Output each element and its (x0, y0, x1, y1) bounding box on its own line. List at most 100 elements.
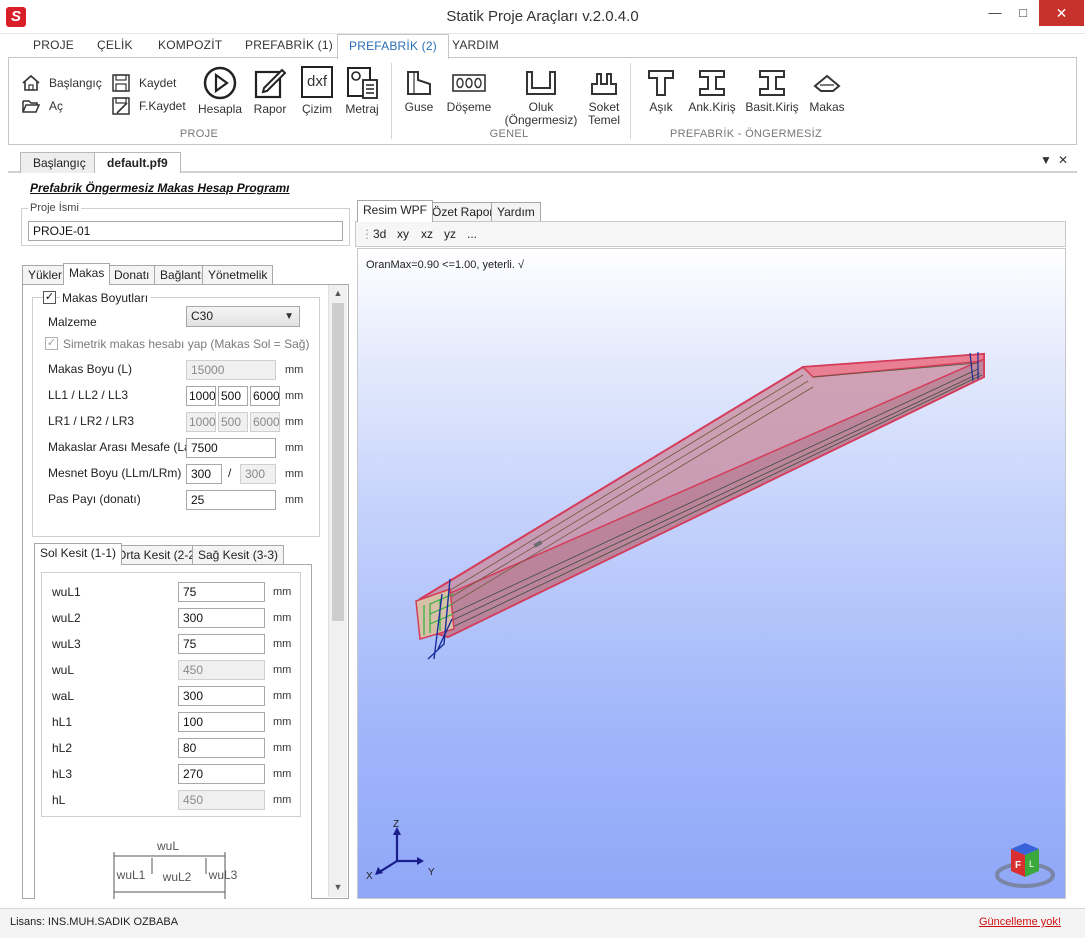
ac-button[interactable]: Aç (21, 96, 81, 116)
minimize-button[interactable]: — (982, 0, 1008, 26)
ll3-input[interactable]: 6000 (250, 386, 280, 406)
program-title: Prefabrik Öngermesiz Makas Hesap Program… (30, 181, 290, 195)
view-cube[interactable]: F L (994, 837, 1056, 889)
diagram-wuL1-label: wuL1 (116, 868, 146, 882)
kesit-input-wal[interactable]: 300 (178, 686, 265, 706)
unit-label: mm (273, 612, 292, 624)
lr2-input[interactable]: 500 (218, 412, 248, 432)
view-xz-button[interactable]: xz (421, 227, 433, 241)
kesit-input-wul2[interactable]: 300 (178, 608, 265, 628)
left-scrollbar[interactable]: ▲ ▼ (328, 285, 347, 897)
tab-yonetmelik[interactable]: Yönetmelik (202, 265, 274, 284)
lr1-input[interactable]: 1000 (186, 412, 216, 432)
ll1-input[interactable]: 1000 (186, 386, 216, 406)
kesit-label-wal: waL (52, 689, 75, 703)
tab-makas[interactable]: Makas (63, 263, 111, 285)
kesit-input-hl[interactable]: 450 (178, 790, 265, 810)
simetrik-checkbox[interactable]: ✓ (45, 337, 58, 350)
la-label: Makaslar Arası Mesafe (La) (48, 440, 195, 454)
kesit-input-wul[interactable]: 450 (178, 660, 265, 680)
kesit-input-hl2[interactable]: 80 (178, 738, 265, 758)
malzeme-select[interactable]: C30 ▼ (186, 306, 300, 327)
view-yz-button[interactable]: yz (444, 227, 456, 241)
unit-label: mm (273, 638, 292, 650)
lr3-input[interactable]: 6000 (250, 412, 280, 432)
doseme-button[interactable]: Döşeme (446, 68, 492, 114)
tab-resim-wpf[interactable]: Resim WPF (357, 200, 433, 222)
kesit-input-hl3[interactable]: 270 (178, 764, 265, 784)
i-beam-icon (699, 70, 725, 96)
baslangic-button[interactable]: Başlangıç (21, 73, 111, 93)
mesnet-left-input[interactable]: 300 (186, 464, 222, 484)
ll-label: LL1 / LL2 / LL3 (48, 388, 129, 402)
kesit-input-wul1[interactable]: 75 (178, 582, 265, 602)
view-xy-button[interactable]: xy (397, 227, 409, 241)
basit-kiris-button[interactable]: Basit.Kiriş (743, 68, 801, 114)
kesit-label-wul1: wuL1 (52, 585, 81, 599)
view-3d-button[interactable]: 3d (373, 227, 386, 241)
save-as-icon (112, 97, 130, 115)
makas-boyu-label: Makas Boyu (L) (48, 362, 133, 376)
update-link[interactable]: Güncelleme yok! (979, 916, 1061, 928)
cizim-button[interactable]: dxf Çizim (297, 66, 337, 116)
folder-open-icon (22, 100, 41, 113)
tab-ozet-rapor[interactable]: Özet Rapor (426, 202, 500, 221)
tab-donati[interactable]: Donatı (108, 265, 156, 284)
oluk-button[interactable]: Oluk (Öngermesiz) (503, 68, 579, 127)
makas-boyutlari-checkbox[interactable]: ✓ (43, 291, 56, 304)
ribbon-tab-prefabrik-1[interactable]: PREFABRİK (1) (245, 38, 333, 52)
scrollbar-thumb[interactable] (332, 303, 344, 621)
close-icon[interactable]: ✕ (1058, 153, 1068, 167)
ll2-input[interactable]: 500 (218, 386, 248, 406)
close-button[interactable]: ✕ (1039, 0, 1084, 26)
rapor-button[interactable]: Rapor (249, 66, 291, 116)
lr-label: LR1 / LR2 / LR3 (48, 414, 135, 428)
ribbon-tab-celik[interactable]: ÇELİK (97, 38, 133, 52)
pas-payi-input[interactable]: 25 (186, 490, 276, 510)
kesit-label-hl2: hL2 (52, 741, 73, 755)
ribbon-tab-kompozit[interactable]: KOMPOZİT (158, 38, 222, 52)
ank-kiris-button[interactable]: Ank.Kiriş (686, 68, 738, 114)
kesit-input-wul3[interactable]: 75 (178, 634, 265, 654)
tab-sag-kesit[interactable]: Sağ Kesit (3-3) (192, 545, 285, 564)
mesnet-right-input[interactable]: 300 (240, 464, 276, 484)
ribbon-tabs: PROJE ÇELİK KOMPOZİT PREFABRİK (1) PREFA… (8, 34, 1077, 59)
right-panel: Resim WPF Özet Rapor Yardım ⋮ 3d xy xz y… (355, 200, 1067, 899)
hesapla-button[interactable]: Hesapla (197, 66, 243, 116)
ribbon-tab-proje[interactable]: PROJE (33, 38, 74, 52)
kesit-label-wul2: wuL2 (52, 611, 81, 625)
makas-boyu-input[interactable]: 15000 (186, 360, 276, 380)
metraj-button[interactable]: Metraj (342, 66, 382, 116)
tab-sol-kesit[interactable]: Sol Kesit (1-1) (34, 543, 123, 565)
farkli-kaydet-button[interactable]: F.Kaydet (111, 96, 195, 116)
scroll-down-icon[interactable]: ▼ (329, 882, 347, 892)
simetrik-label: Simetrik makas hesabı yap (Makas Sol = S… (63, 337, 310, 351)
la-input[interactable]: 7500 (186, 438, 276, 458)
soket-temel-button[interactable]: Soket Temel (584, 68, 624, 127)
kesit-input-hl1[interactable]: 100 (178, 712, 265, 732)
proje-ismi-input[interactable]: PROJE-01 (28, 221, 343, 241)
left-panel: Prefabrik Öngermesiz Makas Hesap Program… (8, 174, 351, 899)
tab-yukler[interactable]: Yükler (22, 265, 69, 284)
doc-tab-baslangic[interactable]: Başlangıç (20, 152, 99, 173)
guse-button[interactable]: Guse (401, 68, 437, 114)
ribbon-tab-yardim[interactable]: YARDIM (452, 38, 499, 52)
unit-label: mm (285, 364, 304, 376)
chevron-down-icon[interactable]: ▼ (1040, 153, 1052, 167)
view-more-button[interactable]: ... (467, 227, 477, 241)
makas-button[interactable]: Makas (807, 68, 847, 114)
3d-viewport[interactable]: OranMax=0.90 <=1.00, yeterli. √ Z X Y F … (357, 248, 1066, 899)
unit-label: mm (273, 768, 292, 780)
doc-tab-default[interactable]: default.pf9 (94, 152, 181, 173)
maximize-button[interactable]: □ (1010, 0, 1036, 26)
document-tabs: Başlangıç default.pf9 ▼ ✕ (8, 152, 1077, 173)
ribbon-tab-prefabrik-2[interactable]: PREFABRİK (2) (337, 34, 449, 59)
i-beam-icon (759, 70, 785, 96)
tab-yardim[interactable]: Yardım (491, 202, 541, 221)
group-label-proje: PROJE (179, 128, 219, 140)
group-separator (391, 63, 392, 139)
kaydet-button[interactable]: Kaydet (111, 73, 191, 93)
asik-button[interactable]: Aşık (641, 68, 681, 114)
tab-orta-kesit[interactable]: Orta Kesit (2-2) (111, 545, 206, 564)
scroll-up-icon[interactable]: ▲ (329, 288, 347, 298)
